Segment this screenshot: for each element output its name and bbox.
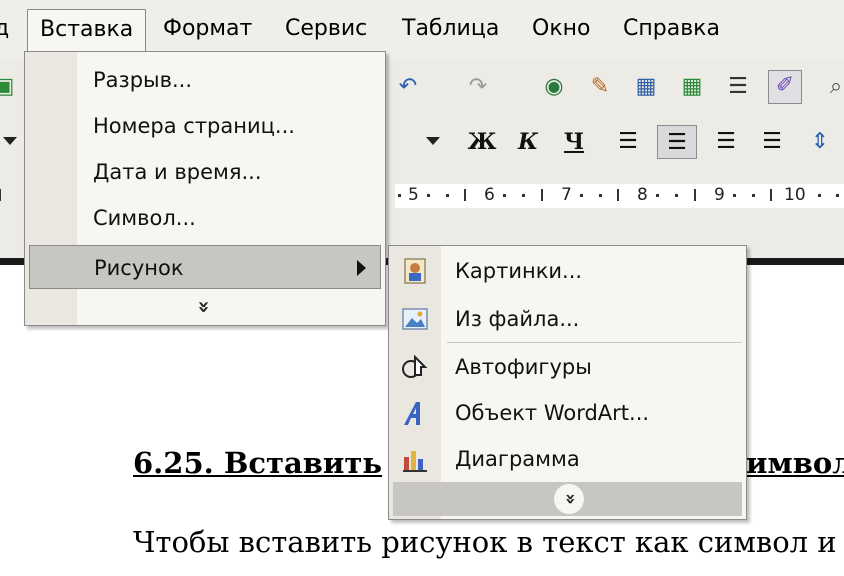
ruler-dot (398, 194, 401, 197)
ruler-dot (599, 194, 602, 197)
ruler-strip[interactable] (395, 184, 844, 208)
menu-item-date-time[interactable]: Дата и время... (25, 150, 385, 194)
insert-menu: Разрыв... Номера страниц... Дата и время… (24, 51, 386, 326)
ruler-dot (733, 194, 736, 197)
insert-table-icon[interactable]: ▦ (630, 72, 662, 104)
tables-borders-icon[interactable]: ✎ (584, 72, 616, 104)
menu-item-symbol[interactable]: Символ... (25, 196, 385, 240)
menu-item-label: Номера страниц... (93, 114, 295, 138)
ruler-dot (503, 194, 506, 197)
drawing-icon[interactable]: ✐ (768, 70, 802, 104)
menu-item-clipart[interactable]: Картинки... (389, 248, 746, 294)
double-chevron-down-icon[interactable]: » (192, 301, 216, 314)
menu-item-page-numbers[interactable]: Номера страниц... (25, 104, 385, 148)
ruler-tick (770, 189, 772, 201)
redo-icon[interactable]: ↷ (462, 72, 494, 104)
menu-tools[interactable]: Сервис (285, 16, 367, 41)
hyperlink-icon[interactable]: ◉ (538, 72, 570, 104)
align-right-icon[interactable]: ☰ (706, 125, 746, 159)
ruler-dot (752, 194, 755, 197)
ruler-tick (694, 189, 696, 201)
menu-item-autoshapes[interactable]: Автофигуры (389, 344, 746, 390)
menu-item-from-file[interactable]: Из файла... (389, 296, 746, 342)
autoshapes-icon (402, 354, 428, 378)
ruler-tick (464, 189, 466, 201)
ruler-number: 5 (408, 185, 419, 205)
menu-item-label: Дата и время... (93, 160, 262, 184)
chart-icon (403, 451, 427, 472)
menu-item-label: Рисунок (94, 256, 184, 280)
picture-submenu: Картинки... Из файла... Автофигуры Объек… (388, 245, 747, 520)
ruler-number: 6 (484, 185, 495, 205)
menu-item-label: Символ... (93, 206, 196, 230)
ruler-dot (427, 194, 430, 197)
document-body-text: Чтобы вставить рисунок в текст как симво… (133, 525, 837, 559)
ruler-dot (818, 194, 821, 197)
italic-button[interactable]: К (508, 125, 548, 159)
bold-button[interactable]: Ж (462, 125, 502, 159)
ruler-dot (656, 194, 659, 197)
ruler-dot (675, 194, 678, 197)
ruler-number: 9 (714, 185, 725, 205)
menu-item-label: Разрыв... (93, 68, 193, 92)
menu-item-label: Диаграмма (455, 447, 580, 471)
menu-item-label: Объект WordArt... (455, 401, 650, 425)
save-icon[interactable]: ▣ (0, 72, 20, 104)
align-center-icon[interactable]: ☰ (657, 125, 697, 159)
underline-button[interactable]: Ч (554, 125, 594, 159)
insert-excel-icon[interactable]: ▦ (676, 72, 708, 104)
document-heading-left: 6.25. Вставить (133, 446, 383, 480)
submenu-arrow-icon (357, 260, 366, 276)
ruler-dot (836, 194, 839, 197)
columns-icon[interactable]: ☰ (722, 72, 754, 104)
line-spacing-icon[interactable]: ⇕ (800, 125, 840, 159)
clipart-icon (404, 258, 426, 284)
ruler-dot (522, 194, 525, 197)
document-heading-right: имвол (746, 446, 844, 480)
zoom-icon[interactable]: ⌕ (820, 72, 844, 104)
wordart-icon (404, 402, 420, 425)
menu-insert-label: Вставка (40, 17, 134, 42)
ruler-tick (0, 189, 1, 201)
menu-separator (447, 342, 742, 343)
ruler-dot (580, 194, 583, 197)
ruler-tick (541, 189, 543, 201)
menu-item-picture[interactable]: Рисунок (29, 245, 381, 289)
picture-from-file-icon (402, 308, 428, 330)
ruler-number: 7 (561, 185, 572, 205)
ruler-number: 8 (637, 185, 648, 205)
double-chevron-down-icon[interactable]: » (554, 484, 584, 514)
ruler-number: 10 (784, 185, 806, 205)
submenu-expand-bar[interactable]: » (393, 482, 742, 516)
menu-help[interactable]: Справка (623, 16, 720, 41)
menu-table[interactable]: Таблица (402, 16, 499, 41)
menu-item-label: Автофигуры (455, 355, 592, 379)
menu-view-partial[interactable]: д (0, 16, 9, 41)
menu-item-wordart[interactable]: Объект WordArt... (389, 390, 746, 436)
menu-format[interactable]: Формат (163, 16, 252, 41)
style-dropdown-icon[interactable] (3, 137, 17, 145)
menu-window[interactable]: Окно (532, 16, 590, 41)
menu-item-chart[interactable]: Диаграмма (389, 436, 746, 482)
menu-item-label: Картинки... (455, 259, 583, 283)
menu-item-break[interactable]: Разрыв... (25, 58, 385, 102)
align-left-icon[interactable]: ☰ (608, 125, 648, 159)
font-size-dropdown-icon[interactable] (426, 137, 440, 145)
undo-icon[interactable]: ↶ (392, 72, 424, 104)
ruler-tick (617, 189, 619, 201)
menu-insert[interactable]: Вставка (27, 9, 147, 52)
menu-item-label: Из файла... (455, 307, 580, 331)
justify-icon[interactable]: ☰ (752, 125, 792, 159)
ruler-dot (446, 194, 449, 197)
